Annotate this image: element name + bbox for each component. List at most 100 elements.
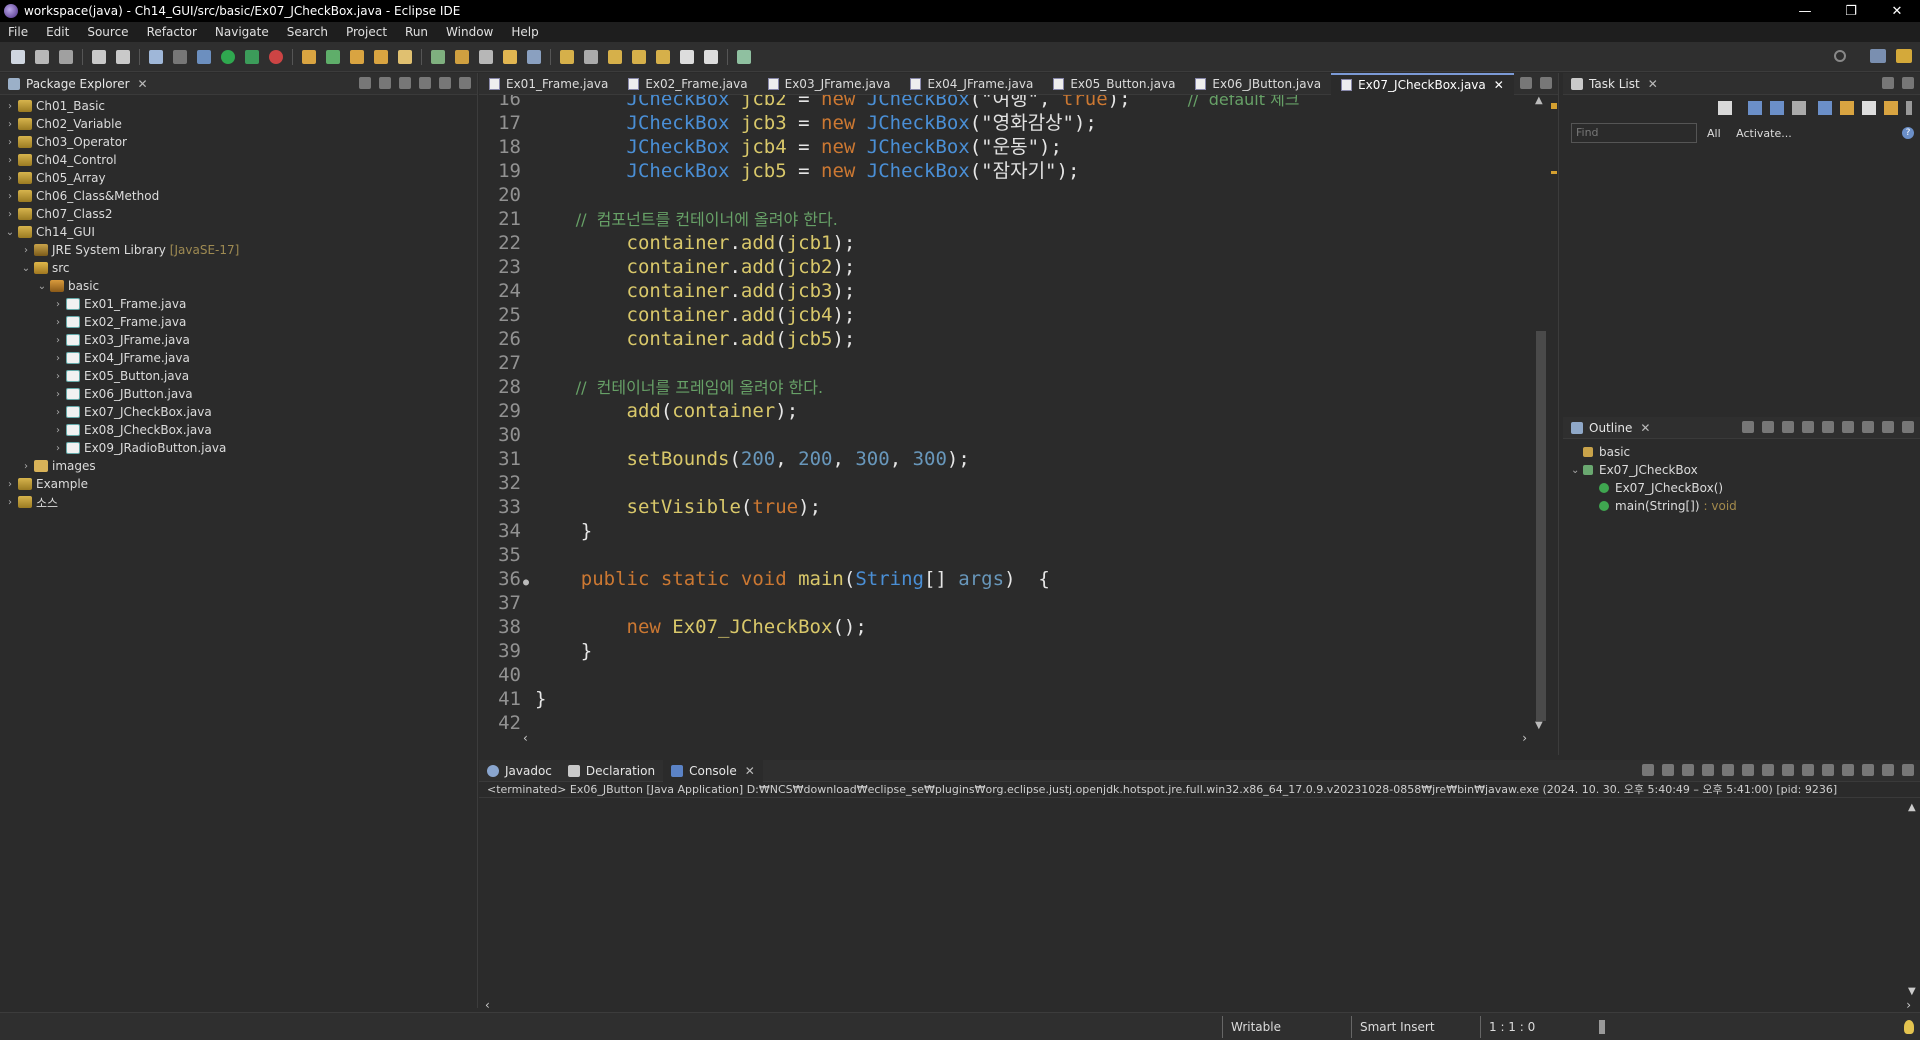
menu-edit[interactable]: Edit xyxy=(46,25,69,39)
java-perspective-icon[interactable] xyxy=(1896,49,1912,63)
outline-item[interactable]: main(String[]): void xyxy=(1563,497,1920,515)
chevron-right-icon[interactable]: › xyxy=(4,101,16,112)
tree-item[interactable]: › Ch01_Basic xyxy=(0,97,477,115)
new-java-project-icon[interactable] xyxy=(302,49,316,64)
filter-all-link[interactable]: All xyxy=(1707,127,1721,140)
open-type-icon[interactable] xyxy=(350,49,364,64)
open-task-icon[interactable] xyxy=(374,49,388,64)
external-tools-icon[interactable] xyxy=(269,49,283,64)
scroll-left-icon[interactable]: ‹ xyxy=(485,998,490,1012)
tree-item[interactable]: › Ch03_Operator xyxy=(0,133,477,151)
hide-fields-icon[interactable] xyxy=(1762,421,1774,433)
chevron-right-icon[interactable]: › xyxy=(4,209,16,220)
pilcrow-icon[interactable] xyxy=(527,49,541,64)
close-button[interactable]: ✕ xyxy=(1874,0,1920,22)
close-icon[interactable]: ✕ xyxy=(1648,77,1658,91)
coverage-icon[interactable] xyxy=(245,49,259,64)
scroll-left-icon[interactable]: ‹ xyxy=(523,731,528,745)
chevron-right-icon[interactable]: › xyxy=(52,371,64,382)
chevron-down-icon[interactable]: ⌄ xyxy=(1571,465,1583,476)
menu-project[interactable]: Project xyxy=(346,25,387,39)
help-icon[interactable]: ? xyxy=(1902,127,1914,139)
open-perspective-icon[interactable] xyxy=(1870,49,1886,63)
scroll-lock-icon[interactable] xyxy=(1722,764,1734,776)
outline-item[interactable]: basic xyxy=(1563,443,1920,461)
remove-launch-icon[interactable] xyxy=(1662,764,1674,776)
tree-item[interactable]: ⌄ basic xyxy=(0,277,477,295)
show-whitespace-icon[interactable] xyxy=(503,49,517,64)
tree-item[interactable]: › Ex08_JCheckBox.java xyxy=(0,421,477,439)
lightbulb-icon[interactable] xyxy=(1904,1019,1914,1034)
chevron-right-icon[interactable]: › xyxy=(52,407,64,418)
tree-item[interactable]: › images xyxy=(0,457,477,475)
maximize-icon[interactable] xyxy=(1540,77,1552,89)
hide-local-types-icon[interactable] xyxy=(1822,421,1834,433)
collapse-all-icon[interactable] xyxy=(359,77,371,89)
outline-item[interactable]: ⌄ Ex07_JCheckBox xyxy=(1563,461,1920,479)
tree-item[interactable]: › Ex02_Frame.java xyxy=(0,313,477,331)
maximize-icon[interactable] xyxy=(1902,764,1914,776)
tree-item[interactable]: › Ex05_Button.java xyxy=(0,367,477,385)
save-icon[interactable] xyxy=(35,49,49,64)
tab-package-explorer[interactable]: Package Explorer ✕ xyxy=(0,73,156,95)
tree-item[interactable]: › Ch07_Class2 xyxy=(0,205,477,223)
terminate-icon[interactable] xyxy=(1642,764,1654,776)
open-console-icon[interactable] xyxy=(1842,764,1854,776)
editor-vertical-scrollbar[interactable]: ▲ ▼ xyxy=(1534,95,1548,731)
hide-icon[interactable] xyxy=(1862,101,1876,115)
chevron-right-icon[interactable]: › xyxy=(4,119,16,130)
tree-item[interactable]: ⌄ src xyxy=(0,259,477,277)
maximize-icon[interactable] xyxy=(459,77,471,89)
save-all-icon[interactable] xyxy=(59,49,73,64)
scroll-up-icon[interactable]: ▲ xyxy=(1535,95,1543,106)
tree-item[interactable]: › Ex03_JFrame.java xyxy=(0,331,477,349)
tree-item[interactable]: › Ex07_JCheckBox.java xyxy=(0,403,477,421)
restore-button[interactable]: ❐ xyxy=(1828,0,1874,22)
menu-run[interactable]: Run xyxy=(405,25,428,39)
status-menu-icon[interactable] xyxy=(1599,1019,1605,1034)
chevron-down-icon[interactable]: ⌄ xyxy=(36,281,48,292)
close-icon[interactable]: ✕ xyxy=(1494,78,1504,92)
editor-tab[interactable]: Ex03_JFrame.java xyxy=(758,73,901,95)
minimize-icon[interactable] xyxy=(1882,421,1894,433)
redo-icon[interactable] xyxy=(116,49,130,64)
tree-item[interactable]: › Ch04_Control xyxy=(0,151,477,169)
close-icon[interactable]: ✕ xyxy=(138,77,148,91)
editor-horizontal-scrollbar[interactable]: ‹ › xyxy=(523,731,1527,745)
toggle-mark-occurrences-icon[interactable] xyxy=(431,49,445,64)
activate-link[interactable]: Activate... xyxy=(1736,127,1792,140)
minimize-button[interactable]: — xyxy=(1782,0,1828,22)
categorized-icon[interactable] xyxy=(1748,101,1762,115)
repository-icon[interactable] xyxy=(1884,101,1898,115)
editor-tab[interactable]: Ex05_Button.java xyxy=(1043,73,1185,95)
new-package-icon[interactable] xyxy=(326,49,340,64)
scroll-down-icon[interactable]: ▼ xyxy=(1535,720,1543,731)
remove-all-icon[interactable] xyxy=(1682,764,1694,776)
display-console-icon[interactable] xyxy=(1822,764,1834,776)
link-with-editor-icon[interactable] xyxy=(379,77,391,89)
menu-source[interactable]: Source xyxy=(87,25,128,39)
close-icon[interactable]: ✕ xyxy=(1640,421,1650,435)
run-icon[interactable] xyxy=(221,49,235,64)
menu-file[interactable]: File xyxy=(8,25,28,39)
next-annotation-icon[interactable] xyxy=(560,49,574,64)
editor-tab[interactable]: Ex06_JButton.java xyxy=(1185,73,1331,95)
tree-item[interactable]: › Ex04_JFrame.java xyxy=(0,349,477,367)
tree-item[interactable]: › 소스 xyxy=(0,493,477,511)
last-edit-location-icon[interactable] xyxy=(608,49,622,64)
block-selection-icon[interactable] xyxy=(479,49,493,64)
tree-item[interactable]: › Ex01_Frame.java xyxy=(0,295,477,313)
menu-help[interactable]: Help xyxy=(511,25,538,39)
tree-item[interactable]: › Ex06_JButton.java xyxy=(0,385,477,403)
editor-tab[interactable]: Ex02_Frame.java xyxy=(618,73,757,95)
tab-declaration[interactable]: Declaration xyxy=(560,760,663,782)
scroll-down-icon[interactable]: ▼ xyxy=(1908,986,1916,997)
tab-javadoc[interactable]: Javadoc xyxy=(479,760,560,782)
forward-icon[interactable] xyxy=(656,49,670,64)
view-menu-icon[interactable] xyxy=(1906,101,1912,115)
skip-breakpoints-icon[interactable] xyxy=(173,49,187,64)
code-editor[interactable]: 16 JCheckBox jcb2 = new JCheckBox("여행", … xyxy=(479,95,1529,731)
terminal-icon[interactable] xyxy=(149,49,163,64)
view-menu-icon[interactable] xyxy=(1862,764,1874,776)
view-menu-icon[interactable] xyxy=(419,77,431,89)
